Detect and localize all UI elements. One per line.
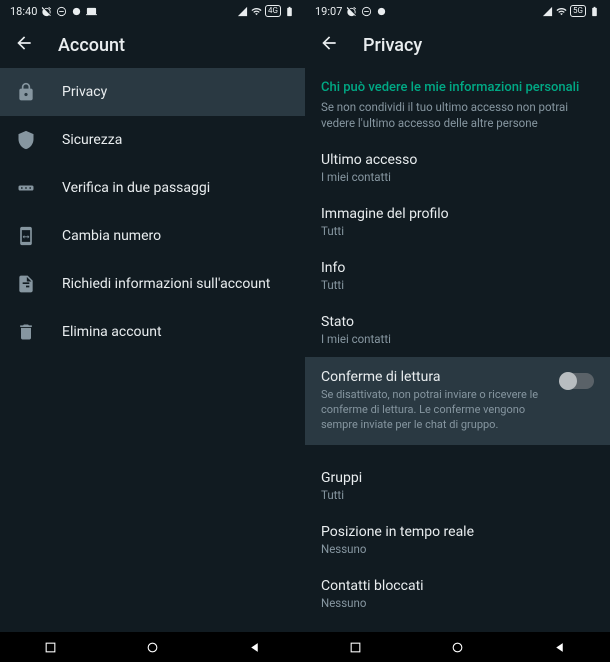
setting-value: I miei contatti: [321, 332, 594, 346]
menu-label: Richiedi informazioni sull'account: [62, 276, 270, 292]
section-desc: Se non condividi il tuo ultimo accesso n…: [305, 99, 610, 141]
network-badge: 4G: [265, 5, 281, 17]
signal-icon: [542, 6, 553, 17]
back-icon[interactable]: [14, 33, 34, 57]
nav-bar: [305, 632, 610, 662]
vodafone-icon: [376, 6, 387, 17]
menu-item-security[interactable]: Sicurezza: [0, 116, 305, 164]
menu-item-request-info[interactable]: Richiedi informazioni sull'account: [0, 260, 305, 308]
header-title: Account: [58, 35, 125, 56]
setting-status[interactable]: Stato I miei contatti: [305, 303, 610, 357]
setting-title: Info: [321, 260, 594, 276]
status-time: 18:40: [10, 5, 37, 18]
shield-icon: [16, 130, 36, 150]
alarm-off-icon: [346, 6, 357, 17]
account-screen: 18:40 4G Account Privacy Sicurezza Verif…: [0, 0, 305, 662]
header: Account: [0, 22, 305, 68]
nav-recents[interactable]: [336, 641, 376, 654]
toggle-switch[interactable]: [560, 373, 594, 389]
menu-label: Verifica in due passaggi: [62, 180, 210, 196]
privacy-content: Chi può vedere le mie informazioni perso…: [305, 68, 610, 632]
menu-label: Cambia numero: [62, 228, 161, 244]
menu-item-privacy[interactable]: Privacy: [0, 68, 305, 116]
signal-icon: [237, 6, 248, 17]
menu-label: Elimina account: [62, 324, 162, 340]
setting-title: Ultimo accesso: [321, 152, 594, 168]
phone-swap-icon: [16, 226, 36, 246]
setting-value: Tutti: [321, 224, 594, 238]
nav-recents[interactable]: [31, 641, 71, 654]
setting-info[interactable]: Info Tutti: [305, 249, 610, 303]
laptop-icon: [86, 6, 97, 17]
nav-back[interactable]: [539, 641, 579, 654]
network-badge: 5G: [570, 5, 586, 17]
document-icon: [16, 274, 36, 294]
trash-icon: [16, 322, 36, 342]
lock-icon: [16, 82, 36, 102]
setting-value: Nessuno: [321, 596, 594, 610]
setting-title: Posizione in tempo reale: [321, 524, 594, 540]
setting-title: Contatti bloccati: [321, 578, 594, 594]
toggle-knob: [559, 372, 577, 390]
setting-value: I miei contatti: [321, 170, 594, 184]
alarm-off-icon: [41, 6, 52, 17]
menu-item-delete-account[interactable]: Elimina account: [0, 308, 305, 356]
battery-icon: [589, 6, 600, 17]
setting-live-location[interactable]: Posizione in tempo reale Nessuno: [305, 513, 610, 567]
menu-label: Sicurezza: [62, 132, 122, 148]
dnd-icon: [56, 6, 67, 17]
setting-title: Gruppi: [321, 470, 594, 486]
account-menu: Privacy Sicurezza Verifica in due passag…: [0, 68, 305, 632]
setting-value: Tutti: [321, 488, 594, 502]
nav-home[interactable]: [437, 641, 477, 654]
vodafone-icon: [71, 6, 82, 17]
nav-home[interactable]: [132, 641, 172, 654]
status-time: 19:07: [315, 5, 342, 18]
section-header: Chi può vedere le mie informazioni perso…: [305, 68, 610, 99]
menu-item-change-number[interactable]: Cambia numero: [0, 212, 305, 260]
privacy-screen: 19:07 5G Privacy Chi può vedere le mie i…: [305, 0, 610, 662]
header: Privacy: [305, 22, 610, 68]
setting-value: Nessuno: [321, 542, 594, 556]
setting-groups[interactable]: Gruppi Tutti: [305, 459, 610, 513]
setting-desc: Se disattivato, non potrai inviare o ric…: [321, 388, 548, 433]
status-bar: 19:07 5G: [305, 0, 610, 22]
setting-profile-photo[interactable]: Immagine del profilo Tutti: [305, 195, 610, 249]
dnd-icon: [361, 6, 372, 17]
setting-read-receipts[interactable]: Conferme di lettura Se disattivato, non …: [305, 357, 610, 445]
setting-title: Stato: [321, 314, 594, 330]
nav-bar: [0, 632, 305, 662]
status-bar: 18:40 4G: [0, 0, 305, 22]
battery-icon: [284, 6, 295, 17]
setting-title: Conferme di lettura: [321, 369, 548, 385]
setting-last-seen[interactable]: Ultimo accesso I miei contatti: [305, 141, 610, 195]
menu-label: Privacy: [62, 84, 107, 100]
wifi-icon: [556, 6, 567, 17]
dots-icon: [16, 178, 36, 198]
setting-title: Immagine del profilo: [321, 206, 594, 222]
setting-blocked-contacts[interactable]: Contatti bloccati Nessuno: [305, 567, 610, 621]
setting-value: Tutti: [321, 278, 594, 292]
header-title: Privacy: [363, 35, 422, 56]
nav-back[interactable]: [234, 641, 274, 654]
back-icon[interactable]: [319, 33, 339, 57]
wifi-icon: [251, 6, 262, 17]
menu-item-two-step[interactable]: Verifica in due passaggi: [0, 164, 305, 212]
